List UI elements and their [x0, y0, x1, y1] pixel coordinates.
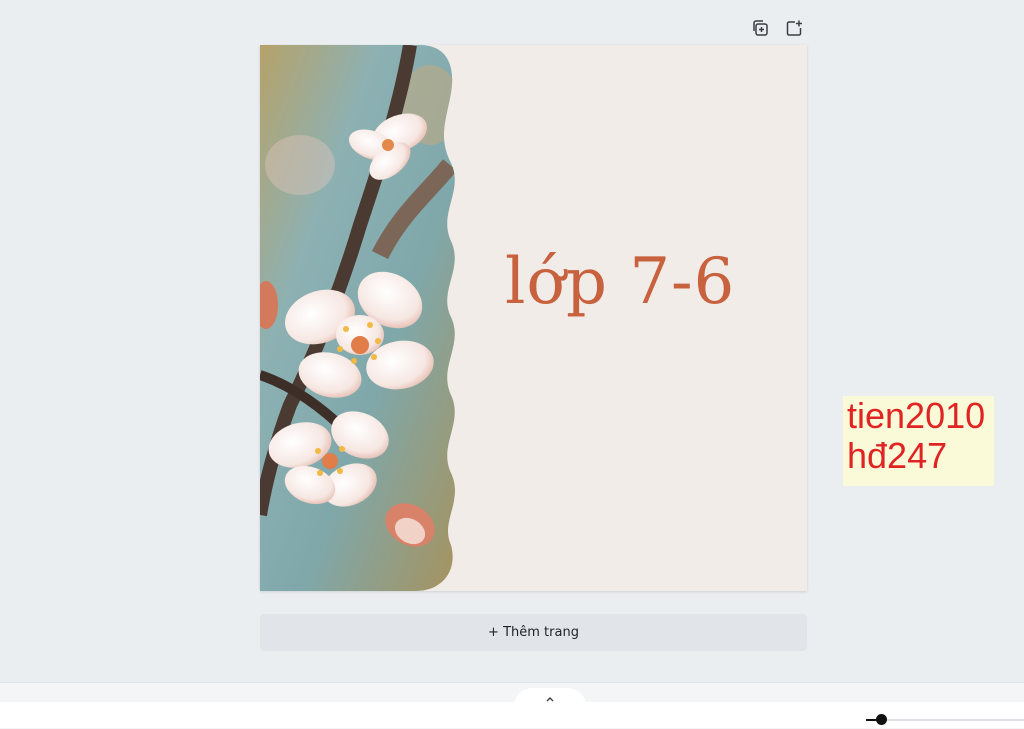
sticky-note: tien2010 hđ247	[843, 396, 994, 486]
sticky-note-line-2: hđ247	[847, 435, 948, 476]
blossom-photo[interactable]	[260, 45, 460, 591]
duplicate-page-button[interactable]	[748, 16, 772, 40]
duplicate-page-icon	[753, 20, 768, 36]
add-page-icon	[786, 20, 802, 36]
sticky-note-line-1: tien2010	[847, 395, 986, 436]
design-page[interactable]: lớp 7-6	[260, 45, 807, 591]
page-toolbar	[748, 16, 806, 40]
zoom-slider-thumb[interactable]	[876, 714, 887, 725]
design-title-text[interactable]: lớp 7-6	[505, 245, 735, 319]
editor-canvas: lớp 7-6 + Thêm trang tien2010 hđ247	[0, 0, 1024, 682]
chevron-up-icon	[546, 697, 554, 702]
zoom-slider[interactable]	[866, 713, 1024, 727]
expand-pages-button[interactable]	[514, 688, 586, 710]
zoom-slider-track	[866, 719, 1024, 721]
add-page-icon-button[interactable]	[782, 16, 806, 40]
add-page-button[interactable]: + Thêm trang	[260, 614, 807, 651]
